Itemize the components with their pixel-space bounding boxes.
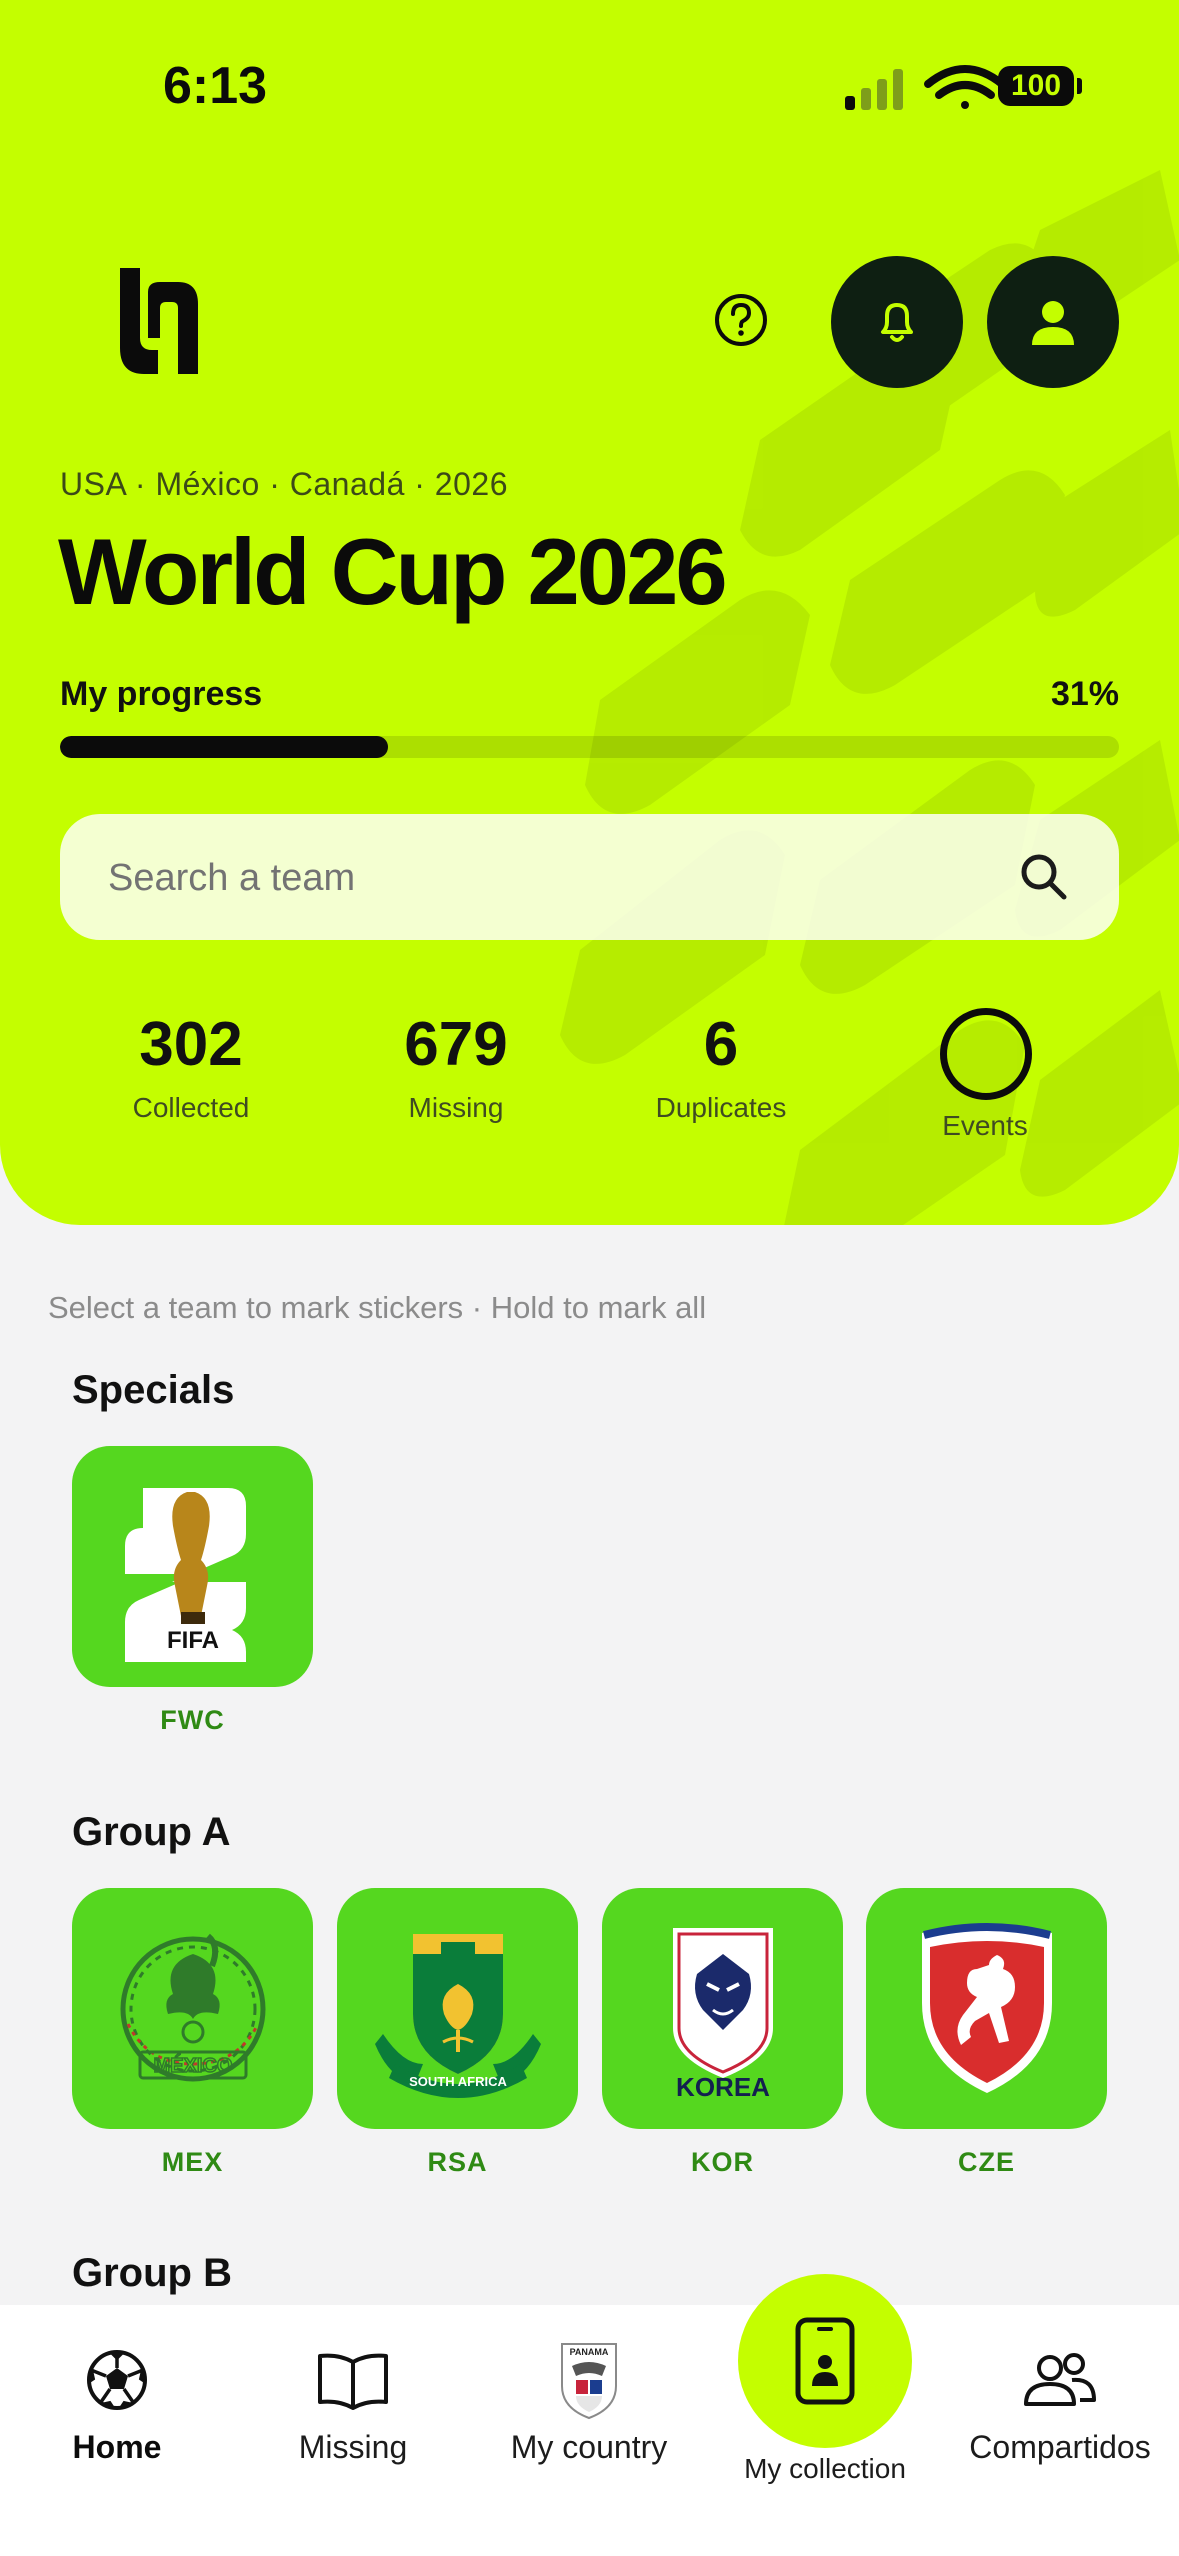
stat-duplicates[interactable]: 6 Duplicates [601, 1010, 841, 1124]
section-title-group-a: Group A [72, 1810, 231, 1854]
progress-percent: 31% [1050, 675, 1119, 713]
events-ring-icon[interactable] [940, 1008, 1032, 1100]
cellular-signal-icon [845, 69, 903, 110]
mexico-crest: MÉXICO [120, 1933, 265, 2081]
search-icon[interactable] [1017, 850, 1071, 904]
status-bar: 6:13 100 [0, 0, 1179, 170]
nav-my-collection-label[interactable]: My collection [700, 2453, 950, 2485]
app-screen: 6:13 100 USA · México · Canadá · 2026 Wo… [0, 0, 1179, 2556]
fifa-world-cup-2026-emblem: FIFA [124, 1487, 246, 1662]
section-title-specials: Specials [72, 1368, 235, 1412]
nav-compartidos-label: Compartidos [969, 2429, 1151, 2465]
page-title: World Cup 2026 [58, 519, 728, 624]
panama-wordmark: PANAMA [570, 2347, 609, 2357]
team-code: MEX [161, 2147, 224, 2177]
status-time: 6:13 [163, 57, 268, 115]
help-icon[interactable] [713, 292, 769, 348]
team-card-fwc[interactable]: FIFA FWC [72, 1446, 313, 1736]
team-tile[interactable]: FIFA [72, 1446, 313, 1687]
team-code: RSA [427, 2147, 488, 2177]
nav-home[interactable]: Home [2, 2345, 232, 2466]
section-title-group-b: Group B [72, 2251, 232, 2295]
stat-collected-value: 302 [139, 1010, 243, 1079]
korea-crest: KOREA [672, 1927, 773, 2102]
phone-card-icon [795, 2317, 855, 2405]
battery-indicator: 100 [998, 66, 1074, 106]
panama-crest-icon: PANAMA [561, 2343, 617, 2420]
nav-home-label: Home [72, 2429, 162, 2465]
bottom-navigation: Home Missing PANAMA My country Compartid… [0, 2305, 1179, 2556]
team-card-mex[interactable]: MÉXICO MEX [72, 1888, 313, 2178]
stat-collected[interactable]: 302 Collected [71, 1010, 311, 1124]
team-code: CZE [958, 2147, 1015, 2177]
mexico-wordmark: MÉXICO [153, 2054, 232, 2077]
battery-tip [1077, 78, 1082, 94]
nav-missing-label: Missing [298, 2429, 408, 2465]
team-tile[interactable]: KOREA [602, 1888, 843, 2129]
team-tile[interactable]: SOUTH AFRICA [337, 1888, 578, 2129]
czech-crest [921, 1922, 1052, 2093]
stat-missing-label: Missing [408, 1092, 504, 1123]
team-code: KOR [691, 2147, 754, 2177]
progress-bar-fill [60, 736, 389, 758]
progress-bar [60, 736, 1119, 758]
app-logo [120, 268, 198, 374]
nav-missing[interactable]: Missing [238, 2345, 468, 2466]
team-card-rsa[interactable]: SOUTH AFRICA RSA [337, 1888, 578, 2178]
team-tile[interactable] [866, 1888, 1107, 2129]
my-collection-button[interactable] [738, 2274, 912, 2448]
search-placeholder: Search a team [108, 857, 356, 899]
south-africa-wordmark: SOUTH AFRICA [409, 2074, 507, 2089]
open-book-icon [318, 2353, 388, 2410]
profile-button[interactable] [987, 256, 1119, 388]
fifa-wordmark: FIFA [167, 1627, 219, 1654]
user-icon [1032, 301, 1074, 345]
host-countries: USA · México · Canadá · 2026 [60, 466, 508, 502]
bell-icon [881, 303, 913, 342]
stat-duplicates-value: 6 [703, 1010, 739, 1079]
team-card-cze[interactable]: CZE [866, 1888, 1107, 2178]
nav-my-country-label: My country [510, 2429, 668, 2465]
team-card-kor[interactable]: KOREA KOR [602, 1888, 843, 2178]
stat-events-label[interactable]: Events [885, 1110, 1085, 1142]
nav-compartidos[interactable]: Compartidos [945, 2345, 1175, 2466]
notifications-button[interactable] [831, 256, 963, 388]
hero-header: 6:13 100 USA · México · Canadá · 2026 Wo… [0, 0, 1179, 1225]
soccer-ball-icon [87, 2350, 147, 2410]
stat-missing[interactable]: 679 Missing [336, 1010, 576, 1124]
team-tile[interactable]: MÉXICO [72, 1888, 313, 2129]
stat-missing-value: 679 [404, 1010, 508, 1079]
nav-my-country[interactable]: PANAMA My country [474, 2343, 704, 2466]
wifi-icon [924, 65, 1006, 109]
stat-collected-label: Collected [132, 1092, 250, 1123]
progress-label: My progress [60, 675, 263, 713]
instruction-hint: Select a team to mark stickers · Hold to… [48, 1290, 707, 1325]
search-team-input[interactable]: Search a team [60, 814, 1119, 940]
korea-wordmark: KOREA [676, 2072, 770, 2102]
south-africa-crest: SOUTH AFRICA [374, 1933, 541, 2098]
team-code: FWC [160, 1705, 225, 1735]
people-icon [1024, 2353, 1096, 2406]
stat-duplicates-label: Duplicates [655, 1092, 787, 1123]
